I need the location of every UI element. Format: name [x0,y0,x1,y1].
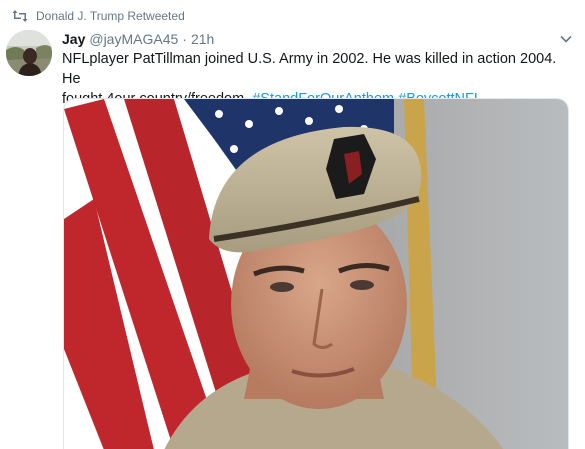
chevron-down-icon[interactable] [559,32,573,46]
tweet-header: Jay @jayMAGA45 · 21h [62,30,562,48]
avatar[interactable] [6,30,52,76]
retweet-context: Donald J. Trump Retweeted [12,8,185,24]
retweet-icon [12,10,28,22]
tweet-timestamp[interactable]: 21h [191,31,214,47]
portrait-photo [64,99,568,449]
display-name[interactable]: Jay [62,31,85,47]
tweet-text-line-1: NFLplayer PatTillman joined U.S. Army in… [62,51,557,87]
user-handle[interactable]: @jayMAGA45 [89,31,178,47]
tweet-media-photo[interactable] [63,98,569,449]
retweet-label[interactable]: Donald J. Trump Retweeted [36,9,185,23]
separator-dot: · [182,31,187,47]
